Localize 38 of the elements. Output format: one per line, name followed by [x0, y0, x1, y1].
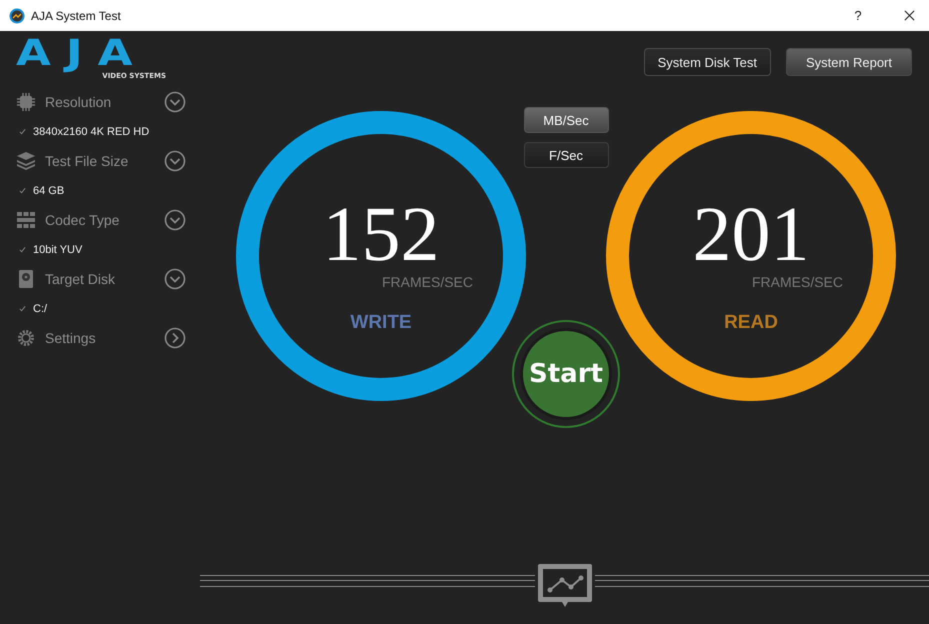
toolbar-button[interactable]: System Disk Test [644, 48, 772, 76]
chevron-right-icon[interactable] [164, 327, 186, 349]
chevron-down-icon[interactable] [164, 268, 186, 290]
brand-logo: AJA [16, 38, 148, 70]
gauge-value: 152 [322, 194, 440, 274]
chevron-down-icon[interactable] [164, 150, 186, 172]
sidebar-item[interactable]: Codec Type [45, 212, 120, 228]
window-title: AJA System Test [31, 8, 121, 22]
gear-icon [16, 328, 36, 348]
chevron-down-icon[interactable] [164, 91, 186, 113]
unit-toggle[interactable]: F/Sec [524, 142, 608, 168]
sidebar-item[interactable]: Resolution [45, 94, 112, 110]
sidebar-item[interactable]: Target Disk [45, 271, 116, 287]
sidebar-item[interactable]: Test File Size [45, 153, 128, 169]
sidebar-value: 3840x2160 4K RED HD [33, 126, 150, 138]
check-icon [19, 246, 26, 253]
sidebar-value: C:/ [33, 302, 48, 314]
close-icon[interactable] [904, 10, 915, 21]
sidebar-value: 64 GB [33, 184, 64, 196]
gauge-label: READ [724, 312, 778, 334]
grid-icon [16, 210, 36, 230]
sidebar-value: 10bit YUV [33, 244, 82, 256]
start-button[interactable]: Start [520, 328, 612, 420]
gauge-value: 201 [692, 194, 810, 274]
chip-icon [16, 92, 36, 112]
check-icon [19, 128, 26, 135]
gauge-unit: FRAMES/SEC [382, 274, 473, 290]
gauge-label: WRITE [350, 312, 412, 334]
gauge-unit: FRAMES/SEC [752, 274, 843, 290]
check-icon [19, 305, 26, 312]
check-icon [19, 187, 26, 194]
sidebar-item[interactable]: Settings [45, 330, 96, 346]
layers-icon [16, 151, 36, 171]
help-button[interactable]: ? [844, 7, 872, 24]
chevron-down-icon[interactable] [164, 209, 186, 231]
app-icon [9, 8, 25, 24]
toolbar-button[interactable]: System Report [786, 48, 912, 76]
unit-toggle[interactable]: MB/Sec [524, 107, 608, 133]
